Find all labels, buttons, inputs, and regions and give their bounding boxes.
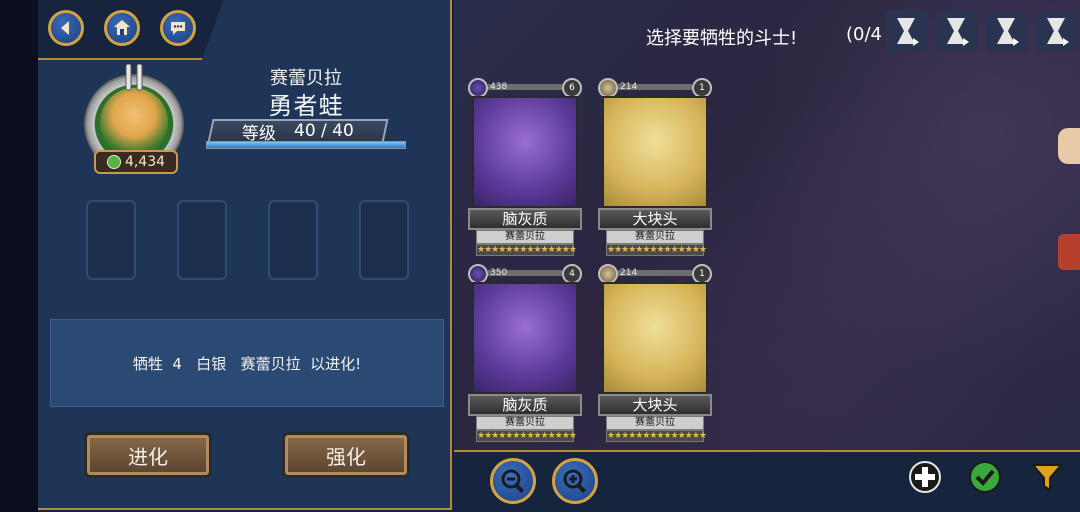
confirm-button[interactable]: [966, 458, 1004, 496]
character-portrait: [100, 88, 168, 156]
fighter-card[interactable]: 214 1 大块头 赛蕾贝拉 ★★★★★★★★★★★★★★: [598, 264, 712, 442]
hourglass-icon: [1047, 18, 1069, 46]
card-score: 350: [490, 268, 508, 278]
card-stars: ★★★★★★★★★★★★★★: [476, 430, 577, 442]
sun-element-icon: [598, 264, 618, 284]
home-button[interactable]: [104, 10, 140, 46]
zoom-in-button[interactable]: [552, 458, 598, 504]
back-button[interactable]: [48, 10, 84, 46]
chat-button[interactable]: [160, 10, 196, 46]
sort-timer-button[interactable]: [936, 10, 978, 52]
bunny-ears-icon: [125, 64, 143, 91]
xp-bar: [206, 141, 406, 149]
card-name: 脑灰质: [468, 208, 582, 230]
partial-fighter-art: [1058, 128, 1080, 164]
fighter-card[interactable]: 214 1 大块头 赛蕾贝拉 ★★★★★★★★★★★★★★: [598, 78, 712, 256]
sacrifice-slot[interactable]: [177, 200, 227, 280]
back-arrow-icon: [61, 21, 69, 35]
level-label: 等级: [242, 123, 277, 144]
card-score: 214: [620, 82, 638, 92]
card-score: 438: [490, 82, 508, 92]
card-stars: ★★★★★★★★★★★★★★: [476, 244, 577, 256]
hourglass-icon: [947, 18, 969, 46]
moon-element-icon: [468, 78, 488, 98]
moon-element-icon: [468, 264, 488, 284]
card-name: 大块头: [598, 394, 712, 416]
power-value: 4,434: [124, 154, 166, 170]
card-art: [602, 96, 708, 208]
funnel-filter-icon: [1030, 464, 1064, 492]
sort-timer-button[interactable]: [886, 10, 928, 52]
enhance-button[interactable]: 强化: [282, 432, 410, 478]
card-owner: 赛蕾贝拉: [606, 230, 704, 244]
clover-icon: [106, 155, 121, 169]
power-badge: 4,434: [94, 150, 178, 174]
card-owner: 赛蕾贝拉: [476, 416, 574, 430]
card-badge: 4: [562, 264, 582, 284]
filter-button[interactable]: [1028, 458, 1066, 496]
partial-house-art: [1058, 234, 1080, 270]
character-title: 勇者蛙: [268, 92, 344, 120]
card-art: [472, 96, 578, 208]
sacrifice-slot[interactable]: [86, 200, 136, 280]
level-display: 等级 40 / 40: [207, 119, 389, 144]
card-score: 214: [620, 268, 638, 278]
zoom-out-icon: [501, 469, 524, 493]
sacrifice-slot[interactable]: [359, 200, 409, 280]
card-badge: 1: [692, 264, 712, 284]
zoom-out-button[interactable]: [490, 458, 536, 504]
card-stars: ★★★★★★★★★★★★★★: [606, 244, 707, 256]
card-stars: ★★★★★★★★★★★★★★: [606, 430, 707, 442]
add-fighter-button[interactable]: [906, 458, 944, 496]
sort-timer-button[interactable]: [1036, 10, 1078, 52]
chat-bubble-icon: [171, 22, 185, 35]
card-owner: 赛蕾贝拉: [476, 230, 574, 244]
card-art: [472, 282, 578, 394]
level-value: 40 / 40: [294, 121, 354, 141]
screen-edge: [0, 0, 38, 512]
card-art: [602, 282, 708, 394]
fighter-card[interactable]: 438 6 脑灰质 赛蕾贝拉 ★★★★★★★★★★★★★★: [468, 78, 582, 256]
home-icon: [114, 20, 130, 35]
card-name: 脑灰质: [468, 394, 582, 416]
plus-crest-icon: [909, 461, 941, 493]
zoom-in-icon: [563, 469, 586, 493]
fighter-card[interactable]: 350 4 脑灰质 赛蕾贝拉 ★★★★★★★★★★★★★★: [468, 264, 582, 442]
sun-element-icon: [598, 78, 618, 98]
sort-timer-button[interactable]: [986, 10, 1028, 52]
evolve-info: 牺牲 4 白银 赛蕾贝拉 以进化!: [50, 319, 444, 407]
selection-count: (0/4: [846, 24, 882, 45]
evolve-button[interactable]: 进化: [84, 432, 212, 478]
card-name: 大块头: [598, 208, 712, 230]
sacrifice-slot[interactable]: [268, 200, 318, 280]
hourglass-icon: [897, 18, 919, 46]
selection-title: 选择要牺牲的斗士!: [646, 28, 798, 49]
hourglass-icon: [997, 18, 1019, 46]
card-badge: 1: [692, 78, 712, 98]
card-badge: 6: [562, 78, 582, 98]
card-owner: 赛蕾贝拉: [606, 416, 704, 430]
checkmark-icon: [969, 461, 1001, 493]
xp-bar-fill: [207, 142, 405, 148]
